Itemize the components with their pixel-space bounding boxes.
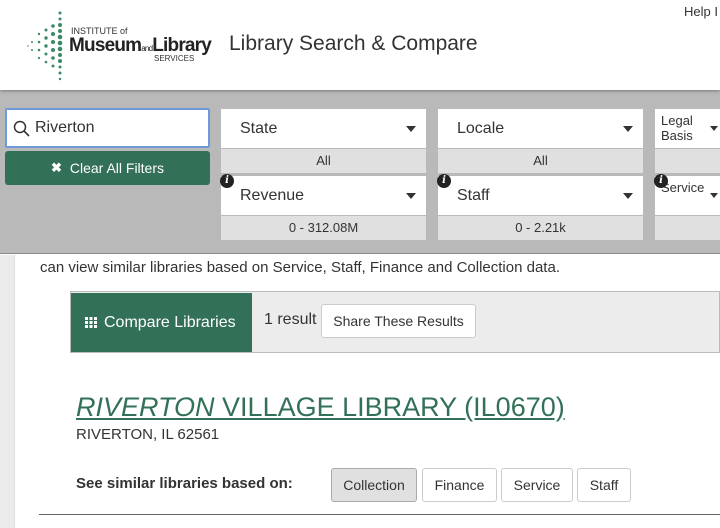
close-icon: ✖ [50, 160, 62, 175]
left-gutter [0, 255, 15, 528]
filter-value: All [438, 149, 643, 173]
logo-burst-icon [27, 11, 63, 81]
info-icon[interactable]: i [220, 174, 234, 188]
caret-down-icon [406, 126, 416, 132]
filter-value: 0 - 312.08M [221, 216, 426, 240]
compare-label: Compare Libraries [104, 313, 236, 331]
filter-label: State [240, 120, 278, 137]
grid-icon [85, 317, 97, 328]
info-icon[interactable]: i [437, 174, 451, 188]
compare-libraries-button[interactable]: Compare Libraries [71, 293, 252, 352]
filter-label: Locale [457, 120, 505, 137]
share-results-button[interactable]: Share These Results [321, 304, 476, 338]
logo-museum: Museum [69, 35, 142, 56]
help-link[interactable]: Help I [684, 4, 720, 19]
clear-filters-label: Clear All Filters [69, 160, 165, 176]
intro-text: can view similar libraries based on Serv… [40, 259, 560, 276]
similar-staff-button[interactable]: Staff [577, 468, 631, 502]
search-input[interactable] [35, 119, 205, 137]
info-icon[interactable]: i [654, 174, 668, 188]
legal-basis-select[interactable]: Legal Basis [655, 109, 720, 148]
result-count: 1 result [264, 311, 317, 328]
library-title-link[interactable]: RIVERTON VILLAGE LIBRARY (IL0670) [76, 392, 565, 423]
similar-service-button[interactable]: Service [501, 468, 573, 502]
clear-all-filters-button[interactable]: ✖ Clear All Filters [5, 151, 210, 185]
search-icon [13, 120, 30, 137]
filter-locale[interactable]: Locale All [438, 109, 643, 173]
revenue-select[interactable]: Revenue [221, 176, 426, 215]
staff-select[interactable]: Staff [438, 176, 643, 215]
filter-label: Legal Basis [661, 113, 693, 143]
filter-label: Staff [457, 187, 490, 204]
divider [39, 514, 720, 515]
state-select[interactable]: State [221, 109, 426, 148]
filter-value [655, 149, 720, 173]
filter-staff[interactable]: Staff 0 - 2.21k [438, 176, 643, 240]
logo-library: Library [152, 35, 212, 56]
caret-down-icon [623, 193, 633, 199]
locale-select[interactable]: Locale [438, 109, 643, 148]
filter-label: Revenue [240, 187, 305, 204]
filter-value: 0 - 2.21k [438, 216, 643, 240]
filter-value [655, 216, 720, 240]
library-name: VILLAGE LIBRARY (IL0670) [214, 392, 565, 422]
caret-down-icon [623, 126, 633, 132]
similar-libraries-label: See similar libraries based on: [76, 475, 293, 492]
filter-legal-basis[interactable]: Legal Basis [655, 109, 720, 173]
imls-logo[interactable]: INSTITUTE of MuseumandLibrary SERVICES [26, 10, 216, 82]
caret-down-icon [710, 193, 718, 198]
search-field[interactable] [5, 108, 210, 148]
filter-state[interactable]: State All [221, 109, 426, 173]
caret-down-icon [710, 126, 718, 131]
header: INSTITUTE of MuseumandLibrary SERVICES L… [0, 0, 720, 90]
logo-and: and [141, 44, 153, 53]
filter-value: All [221, 149, 426, 173]
library-address: RIVERTON, IL 62561 [76, 426, 220, 443]
search-match-highlight: RIVERTON [76, 392, 215, 422]
caret-down-icon [406, 193, 416, 199]
similar-finance-button[interactable]: Finance [422, 468, 497, 502]
logo-text-services: SERVICES [154, 54, 195, 63]
similar-collection-button[interactable]: Collection [331, 468, 417, 502]
filter-revenue[interactable]: Revenue 0 - 312.08M [221, 176, 426, 240]
app-title: Library Search & Compare [229, 32, 478, 55]
